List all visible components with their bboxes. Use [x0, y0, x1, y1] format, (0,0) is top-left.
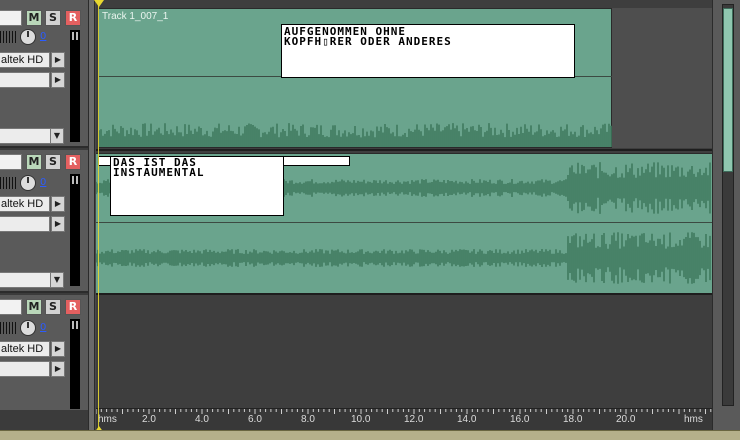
ruler-label: 18.0	[563, 414, 583, 425]
triangle-right-icon[interactable]: ▶	[51, 72, 65, 88]
record-button[interactable]: R	[65, 154, 81, 170]
triangle-right-icon[interactable]: ▶	[51, 216, 65, 232]
status-bar	[0, 430, 740, 440]
level-meter	[70, 30, 80, 142]
track-header-1: M S R 0 altek HD ▶ ▶ ▼	[0, 0, 88, 148]
output-field[interactable]	[0, 216, 50, 232]
volume-value[interactable]: 0	[40, 322, 46, 333]
mute-button[interactable]: M	[26, 154, 42, 170]
clip-note-2[interactable]: DAS IST DAS INSTAUMENTAL	[110, 156, 284, 216]
solo-button[interactable]: S	[45, 154, 61, 170]
clip-note-1[interactable]: AUFGENOMMEN OHNE KOPFH▯RER ODER ANDERES	[281, 24, 575, 78]
lane-divider	[96, 149, 712, 151]
ruler-label: 10.0	[351, 414, 371, 425]
ruler-label: 20.0	[616, 414, 636, 425]
volume-value[interactable]: 0	[40, 177, 46, 188]
record-button[interactable]: R	[65, 299, 81, 315]
playhead[interactable]	[98, 0, 99, 432]
ruler-end-label: hms	[684, 414, 703, 425]
scrollbar-thumb[interactable]	[723, 8, 733, 172]
track-options-dropdown[interactable]: ▼	[0, 272, 64, 288]
track-header-3: M S R 0 altek HD ▶ ▶	[0, 295, 88, 410]
ruler-label: 16.0	[510, 414, 530, 425]
input-device-field[interactable]: altek HD	[0, 52, 50, 68]
playhead-top-marker-icon[interactable]	[94, 0, 104, 7]
solo-button[interactable]: S	[45, 299, 61, 315]
pan-ticks	[0, 177, 16, 189]
track-name-field[interactable]	[0, 299, 22, 315]
waveform-path	[99, 123, 612, 147]
vertical-scrollbar[interactable]	[712, 0, 740, 430]
empty-lane-region	[612, 8, 712, 148]
volume-knob-icon[interactable]	[20, 29, 36, 45]
panel-splitter[interactable]	[88, 0, 95, 440]
ruler-label: 6.0	[248, 414, 262, 425]
triangle-down-icon: ▼	[50, 273, 63, 287]
mute-button[interactable]: M	[26, 299, 42, 315]
ruler-label: 2.0	[142, 414, 156, 425]
timeline-area[interactable]: Track 1_007_1 AUFGENOMMEN OHNE KOPFH▯RER…	[96, 0, 712, 430]
waveform-path	[96, 232, 711, 284]
note-line: INSTAUMENTAL	[113, 166, 205, 179]
lane-divider	[96, 293, 712, 295]
triangle-right-icon[interactable]: ▶	[51, 361, 65, 377]
output-field[interactable]	[0, 72, 50, 88]
level-meter	[70, 319, 80, 409]
time-ruler[interactable]: hms 2.0 4.0 6.0 8.0 10.0 12.0 14.0 16.0 …	[96, 408, 712, 430]
record-button[interactable]: R	[65, 10, 81, 26]
track-name-field[interactable]	[0, 10, 22, 26]
volume-knob-icon[interactable]	[20, 320, 36, 336]
input-device-field[interactable]: altek HD	[0, 341, 50, 357]
mute-button[interactable]: M	[26, 10, 42, 26]
volume-knob-icon[interactable]	[20, 175, 36, 191]
track-header-panel: M S R 0 altek HD ▶ ▶ ▼ M S R 0 altek HD …	[0, 0, 88, 440]
triangle-down-icon: ▼	[50, 129, 63, 143]
triangle-right-icon[interactable]: ▶	[51, 341, 65, 357]
ruler-label: 14.0	[457, 414, 477, 425]
ruler-label: 4.0	[195, 414, 209, 425]
pan-ticks	[0, 322, 16, 334]
volume-value[interactable]: 0	[40, 31, 46, 42]
triangle-right-icon[interactable]: ▶	[51, 52, 65, 68]
triangle-right-icon[interactable]: ▶	[51, 196, 65, 212]
input-device-field[interactable]: altek HD	[0, 196, 50, 212]
track-header-2: M S R 0 altek HD ▶ ▶ ▼	[0, 150, 88, 293]
solo-button[interactable]: S	[45, 10, 61, 26]
track-options-dropdown[interactable]: ▼	[0, 128, 64, 144]
ruler-label: 12.0	[404, 414, 424, 425]
ruler-start-label: hms	[98, 414, 117, 425]
output-field[interactable]	[0, 361, 50, 377]
track-name-field[interactable]	[0, 154, 22, 170]
level-meter	[70, 174, 80, 286]
note-line: KOPFH▯RER ODER ANDERES	[284, 35, 452, 48]
pan-ticks	[0, 31, 16, 43]
ruler-label: 8.0	[301, 414, 315, 425]
